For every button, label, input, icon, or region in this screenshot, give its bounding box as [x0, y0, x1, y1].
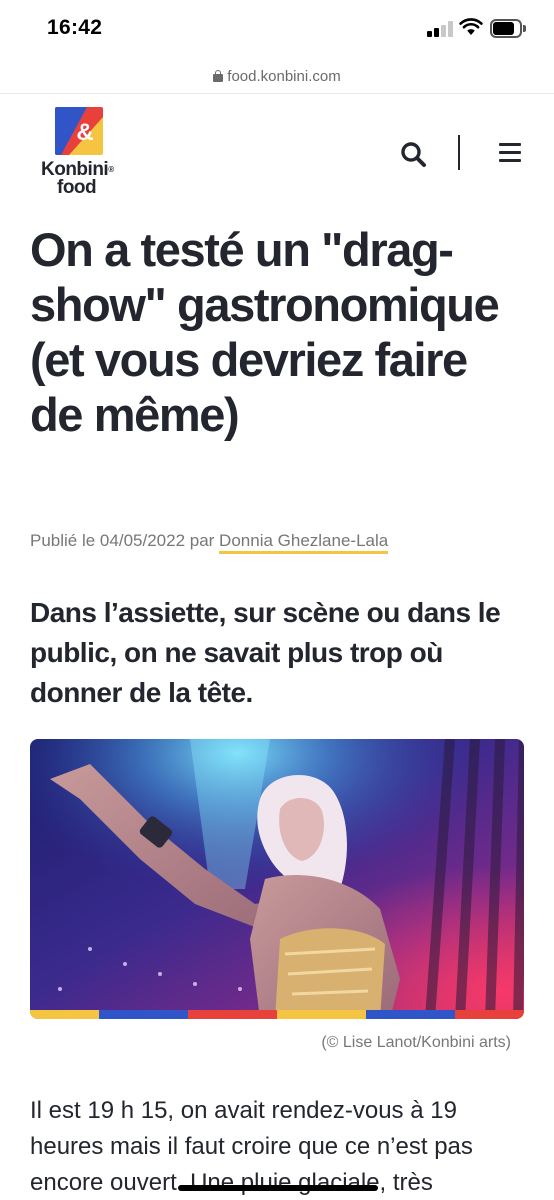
article-byline: Publié le 04/05/2022 par Donnia Ghezlane…: [30, 531, 389, 554]
status-time: 16:42: [47, 16, 103, 39]
lock-icon: [213, 70, 224, 82]
home-indicator[interactable]: [178, 1185, 378, 1191]
article-headline: On a testé un "drag-show" gastronomique …: [30, 223, 500, 441]
menu-button[interactable]: [499, 143, 523, 165]
article-body: Il est 19 h 15, on avait rendez-vous à 1…: [30, 1097, 473, 1196]
status-bar: 16:42: [0, 0, 554, 62]
author-link[interactable]: Donnia Ghezlane-Lala: [219, 531, 389, 554]
site-header: & Konbini® food: [0, 95, 554, 210]
url-text: food.konbini.com: [227, 68, 341, 85]
svg-text:&: &: [76, 119, 93, 146]
wifi-icon: [459, 17, 483, 37]
konbini-food-logo[interactable]: & Konbini® food: [38, 105, 128, 205]
hero-image[interactable]: [30, 739, 524, 1019]
cellular-signal-icon: [427, 21, 455, 37]
battery-icon: [490, 19, 526, 38]
browser-url-bar[interactable]: food.konbini.com: [0, 62, 554, 94]
menu-icon: [499, 143, 521, 146]
logo-text-food: food: [57, 177, 97, 198]
image-caption: (© Lise Lanot/Konbini arts): [321, 1034, 511, 1051]
header-divider: [458, 135, 460, 170]
search-button[interactable]: [399, 140, 429, 170]
logo-mark-icon: &: [55, 107, 103, 155]
article-lede: Dans l’assiette, sur scène ou dans le pu…: [30, 597, 501, 708]
publish-date: Publié le 04/05/2022 par: [30, 531, 215, 550]
search-icon: [401, 142, 426, 167]
